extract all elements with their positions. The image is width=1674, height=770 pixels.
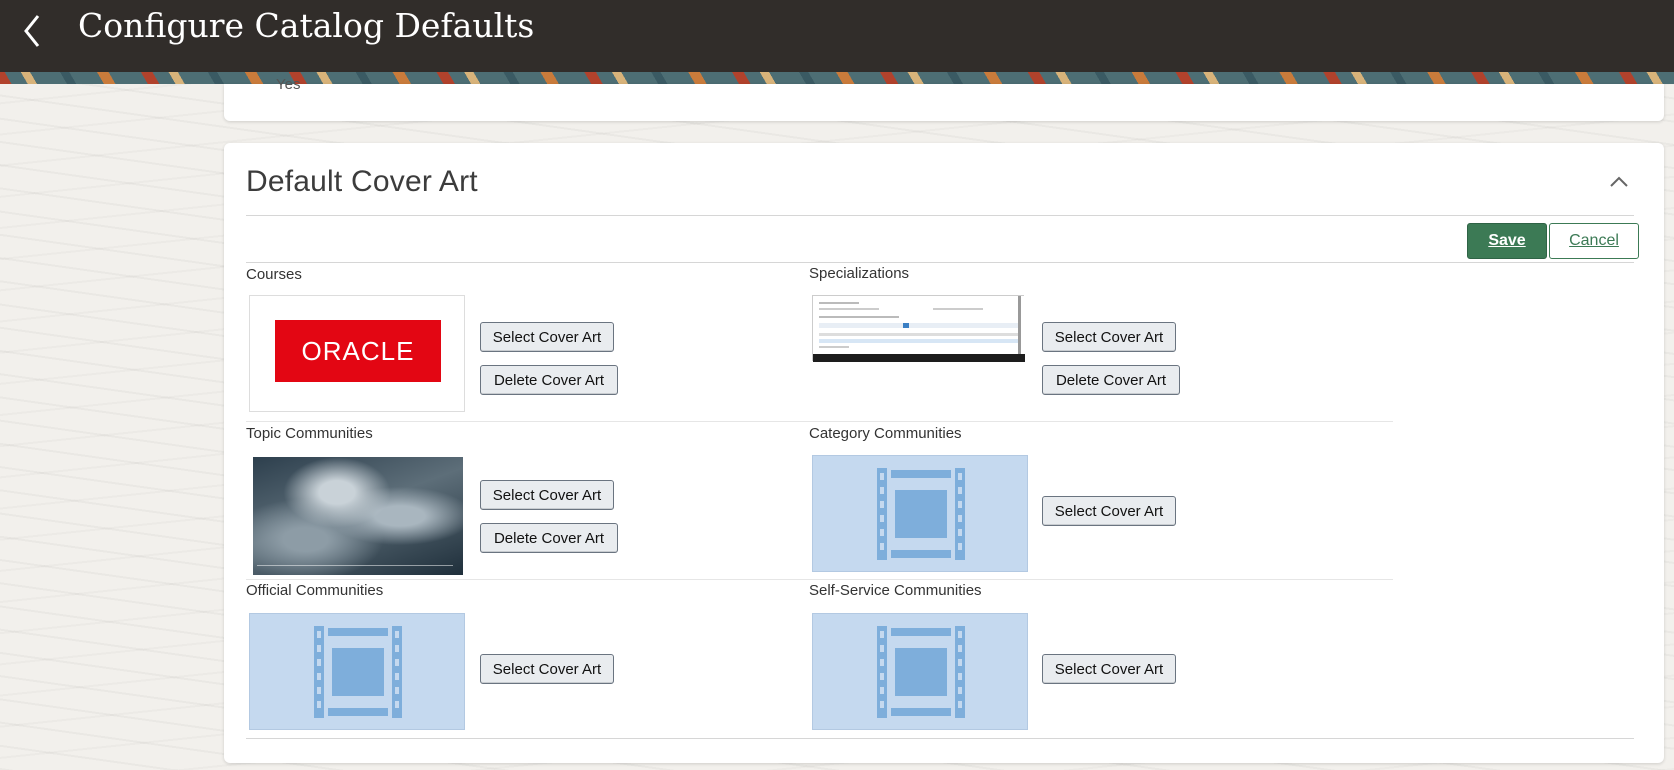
chevron-left-icon (24, 15, 40, 47)
courses-label: Courses (246, 266, 302, 283)
film-placeholder-icon (877, 626, 965, 718)
save-button[interactable]: Save (1467, 223, 1547, 259)
specializations-select-cover-art-button[interactable]: Select Cover Art (1042, 322, 1176, 352)
chevron-up-icon (1610, 176, 1628, 187)
oracle-logo: ORACLE (275, 320, 441, 382)
screenshot-thumbnail-icon (813, 296, 1025, 362)
official-communities-cover-image (249, 613, 465, 730)
category-communities-label: Category Communities (809, 425, 962, 442)
self-service-communities-select-cover-art-button[interactable]: Select Cover Art (1042, 654, 1176, 684)
topic-communities-select-cover-art-button[interactable]: Select Cover Art (480, 480, 614, 510)
save-button-label: Save (1488, 232, 1526, 249)
specializations-delete-cover-art-button[interactable]: Delete Cover Art (1042, 365, 1180, 395)
cancel-button-label: Cancel (1569, 232, 1619, 249)
topic-communities-label: Topic Communities (246, 425, 373, 442)
official-communities-label: Official Communities (246, 582, 384, 599)
default-cover-art-section: Default Cover Art Save Cancel Courses OR… (224, 143, 1664, 763)
courses-cover-image: ORACLE (249, 295, 465, 412)
divider (246, 215, 1634, 216)
previous-section-value: Yes (276, 76, 301, 93)
decorative-banner (0, 72, 1674, 84)
courses-delete-cover-art-button[interactable]: Delete Cover Art (480, 365, 618, 395)
self-service-communities-label: Self-Service Communities (809, 582, 982, 599)
courses-select-cover-art-button[interactable]: Select Cover Art (480, 322, 614, 352)
specializations-cover-image (812, 295, 1025, 362)
divider (246, 579, 1393, 580)
topic-communities-cover-image (253, 457, 463, 575)
film-placeholder-icon (877, 468, 965, 560)
video-controls-bar (257, 565, 453, 572)
specializations-label: Specializations (809, 265, 910, 282)
page-title: Configure Catalog Defaults (78, 6, 535, 45)
self-service-communities-cover-image (812, 613, 1028, 730)
divider (246, 421, 1393, 422)
category-communities-select-cover-art-button[interactable]: Select Cover Art (1042, 496, 1176, 526)
film-placeholder-icon (314, 626, 402, 718)
cancel-button[interactable]: Cancel (1549, 223, 1639, 259)
divider (246, 262, 1634, 263)
category-communities-cover-image (812, 455, 1028, 572)
divider (246, 738, 1634, 739)
official-communities-select-cover-art-button[interactable]: Select Cover Art (480, 654, 614, 684)
back-button[interactable] (12, 10, 52, 50)
previous-section-card: Yes (224, 76, 1664, 121)
app-header: Configure Catalog Defaults (0, 0, 1674, 72)
collapse-section-button[interactable] (1602, 165, 1636, 199)
section-title: Default Cover Art (246, 165, 478, 198)
topic-communities-delete-cover-art-button[interactable]: Delete Cover Art (480, 523, 618, 553)
